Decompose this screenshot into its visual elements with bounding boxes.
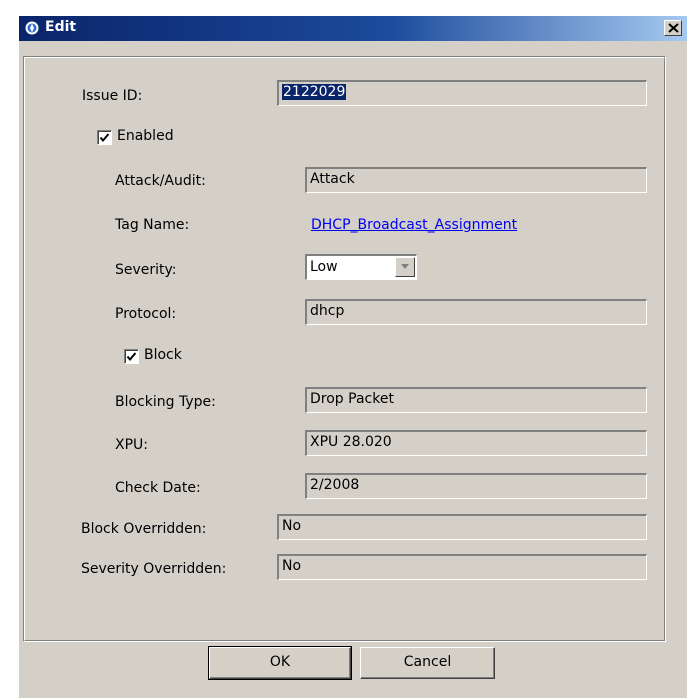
xpu-label: XPU: — [115, 437, 148, 453]
severity-select[interactable]: Low — [305, 254, 417, 280]
block-checkbox[interactable] — [124, 349, 139, 364]
tag-name-link[interactable]: DHCP_Broadcast_Assignment — [311, 217, 517, 233]
issue-id-label: Issue ID: — [82, 88, 143, 104]
ok-button[interactable]: OK — [208, 646, 352, 680]
protocol-field[interactable]: dhcp — [305, 299, 647, 325]
cancel-button[interactable]: Cancel — [360, 647, 495, 679]
check-date-label: Check Date: — [115, 480, 201, 496]
attack-audit-label: Attack/Audit: — [115, 173, 206, 189]
app-icon — [25, 21, 39, 35]
attack-audit-field[interactable]: Attack — [305, 167, 647, 193]
edit-dialog: Edit Issue ID: 2122029 Enabled Attack/Au… — [18, 16, 687, 698]
blocking-type-field[interactable]: Drop Packet — [305, 387, 647, 413]
issue-id-value: 2122029 — [282, 84, 347, 100]
severity-overridden-field[interactable]: No — [277, 554, 647, 580]
tag-name-label: Tag Name: — [115, 217, 190, 233]
close-button[interactable] — [664, 20, 682, 36]
title-bar[interactable]: Edit — [19, 16, 687, 41]
block-label[interactable]: Block — [144, 347, 182, 363]
enabled-checkbox[interactable] — [97, 130, 112, 145]
window-title: Edit — [45, 19, 77, 35]
severity-overridden-label: Severity Overridden: — [81, 561, 227, 577]
check-date-field[interactable]: 2/2008 — [305, 473, 647, 499]
issue-id-field[interactable]: 2122029 — [277, 80, 647, 106]
block-overridden-label: Block Overridden: — [81, 521, 207, 537]
severity-value: Low — [310, 259, 338, 275]
protocol-label: Protocol: — [115, 306, 177, 322]
enabled-label[interactable]: Enabled — [117, 128, 174, 144]
xpu-field[interactable]: XPU 28.020 — [305, 430, 647, 456]
severity-dropdown-button[interactable] — [395, 257, 415, 277]
block-overridden-field[interactable]: No — [277, 514, 647, 540]
severity-label: Severity: — [115, 262, 177, 278]
blocking-type-label: Blocking Type: — [115, 394, 216, 410]
